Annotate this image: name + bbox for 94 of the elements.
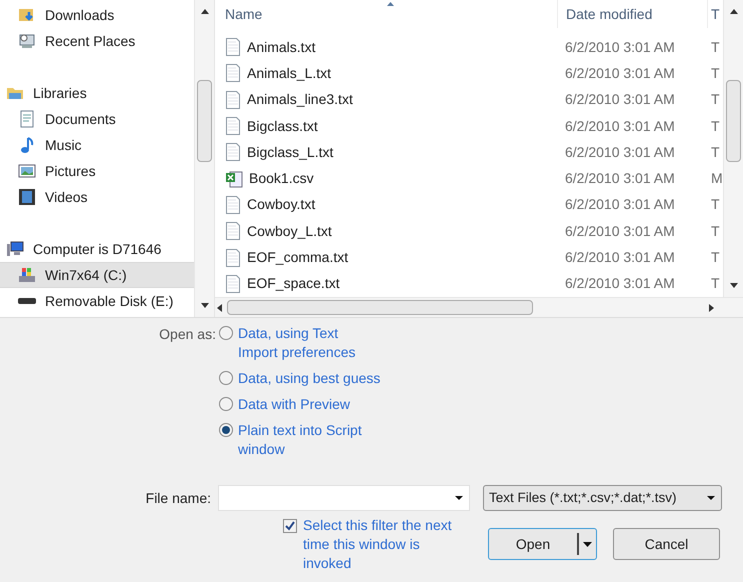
file-name[interactable]: Animals_line3.txt xyxy=(247,89,353,110)
navigation-item[interactable]: Computer is D71646 xyxy=(0,236,194,262)
radio-button[interactable] xyxy=(219,423,233,437)
date-cell-text: 6/2/2010 3:01 AM xyxy=(564,90,676,110)
sort-ascending-icon xyxy=(387,2,394,6)
cancel-button[interactable]: Cancel xyxy=(613,528,720,560)
table-cell-text: T xyxy=(710,38,720,57)
download-folder-icon xyxy=(18,6,36,24)
radio-button[interactable] xyxy=(219,371,233,385)
navigation-item[interactable]: Recent Places xyxy=(0,28,194,54)
file-name[interactable]: EOF_comma.txt xyxy=(247,247,348,268)
text-file-icon xyxy=(225,196,241,214)
scrollbar-thumb[interactable] xyxy=(197,80,212,162)
open-button[interactable]: Open xyxy=(488,528,597,560)
table-cell-text: M xyxy=(710,169,723,188)
option-label[interactable]: Plain text into Script window xyxy=(238,421,362,459)
navigation-item[interactable]: Music xyxy=(0,132,194,158)
vertical-scrollbar[interactable] xyxy=(194,0,214,317)
table-cell-text: T xyxy=(710,248,720,268)
checkmark-icon xyxy=(285,521,295,531)
table-cell-text: T xyxy=(710,64,720,83)
date-cell-text: 6/2/2010 3:01 AM xyxy=(564,222,676,241)
spreadsheet-file-icon xyxy=(225,170,243,188)
scrollbar-thumb[interactable] xyxy=(726,80,741,162)
table-cell-text: T xyxy=(710,142,720,162)
dropdown-arrow-icon xyxy=(707,496,715,500)
text-file-icon xyxy=(225,38,241,56)
film-icon xyxy=(18,188,36,206)
navigation-item[interactable]: Removable Disk (E:) xyxy=(0,288,194,314)
column-header[interactable]: Name xyxy=(215,0,558,28)
option-label[interactable]: Data with Preview xyxy=(238,395,350,414)
music-note-icon xyxy=(18,136,36,154)
table-cell-text: T xyxy=(710,116,720,136)
system-drive-icon xyxy=(18,266,36,284)
navigation-item[interactable]: Libraries xyxy=(0,80,194,106)
date-cell-text: 6/2/2010 3:01 AM xyxy=(564,142,676,162)
dropdown-arrow-icon[interactable] xyxy=(455,496,463,500)
navigation-item[interactable]: Pictures xyxy=(0,158,194,184)
file-name-field[interactable] xyxy=(218,485,470,511)
navigation-item[interactable]: Videos xyxy=(0,184,194,210)
open-as-label: Open as: xyxy=(158,325,217,344)
file-name[interactable]: Cowboy.txt xyxy=(247,194,316,216)
table-cell-text: T xyxy=(710,274,720,294)
column-header[interactable]: Date modified xyxy=(558,0,708,28)
file-name[interactable]: Book1.csv xyxy=(249,168,314,190)
scroll-up-icon[interactable] xyxy=(730,9,738,14)
text-file-icon xyxy=(225,90,241,109)
scroll-up-icon[interactable] xyxy=(200,9,208,14)
computer-icon xyxy=(6,240,24,258)
file-name[interactable]: Bigclass_L.txt xyxy=(247,142,334,163)
column-header[interactable]: T xyxy=(708,0,720,28)
file-name-label: File name: xyxy=(144,488,212,508)
file-name[interactable]: Cowboy_L.txt xyxy=(247,220,332,242)
radio-button[interactable] xyxy=(219,397,233,411)
file-name[interactable]: Animals.txt xyxy=(247,36,316,58)
table-cell-text: T xyxy=(710,90,720,110)
scroll-left-icon[interactable] xyxy=(217,304,222,312)
checkbox[interactable] xyxy=(283,519,297,533)
scroll-down-icon[interactable] xyxy=(200,303,208,308)
date-cell-text: 6/2/2010 3:01 AM xyxy=(564,64,676,83)
option-label[interactable]: Data, using Text Import preferences xyxy=(238,324,356,362)
scrollbar-thumb[interactable] xyxy=(227,300,533,315)
date-cell-text: 6/2/2010 3:01 AM xyxy=(564,116,676,136)
date-cell-text: 6/2/2010 3:01 AM xyxy=(564,195,676,214)
scroll-down-icon[interactable] xyxy=(730,283,738,288)
navigation-item[interactable]: Downloads xyxy=(0,2,194,28)
text-file-icon xyxy=(225,64,241,82)
dropdown-arrow-icon[interactable] xyxy=(583,542,592,546)
table-cell-text: T xyxy=(710,222,720,241)
scroll-right-icon[interactable] xyxy=(709,304,714,312)
date-cell-text: 6/2/2010 3:01 AM xyxy=(564,38,676,57)
navigation-item[interactable]: Documents xyxy=(0,106,194,132)
file-name[interactable]: Animals_L.txt xyxy=(247,62,332,84)
file-type-dropdown[interactable]: Text Files (*.txt;*.csv;*.dat;*.tsv) xyxy=(483,485,722,511)
navigation-item[interactable]: Win7x64 (C:) xyxy=(0,262,194,288)
option-label[interactable]: Data, using best guess xyxy=(238,369,380,388)
text-file-icon xyxy=(225,274,241,293)
text-file-icon xyxy=(225,143,241,162)
vertical-scrollbar[interactable] xyxy=(723,0,743,297)
date-cell-text: 6/2/2010 3:01 AM xyxy=(564,169,676,188)
recent-places-icon xyxy=(18,32,36,50)
radio-button[interactable] xyxy=(219,326,233,340)
checkbox-label[interactable]: Select this filter the next time this window is invoked xyxy=(303,516,452,573)
horizontal-scrollbar[interactable] xyxy=(215,297,743,317)
file-name[interactable]: EOF_space.txt xyxy=(247,273,340,294)
date-cell-text: 6/2/2010 3:01 AM xyxy=(564,248,676,268)
document-icon xyxy=(18,110,36,128)
text-file-icon xyxy=(225,248,241,267)
text-file-icon xyxy=(225,222,241,240)
date-cell-text: 6/2/2010 3:01 AM xyxy=(564,274,676,294)
text-file-icon xyxy=(225,117,241,136)
picture-icon xyxy=(18,162,36,180)
table-cell-text: T xyxy=(710,195,720,214)
file-name[interactable]: Bigclass.txt xyxy=(247,116,318,137)
